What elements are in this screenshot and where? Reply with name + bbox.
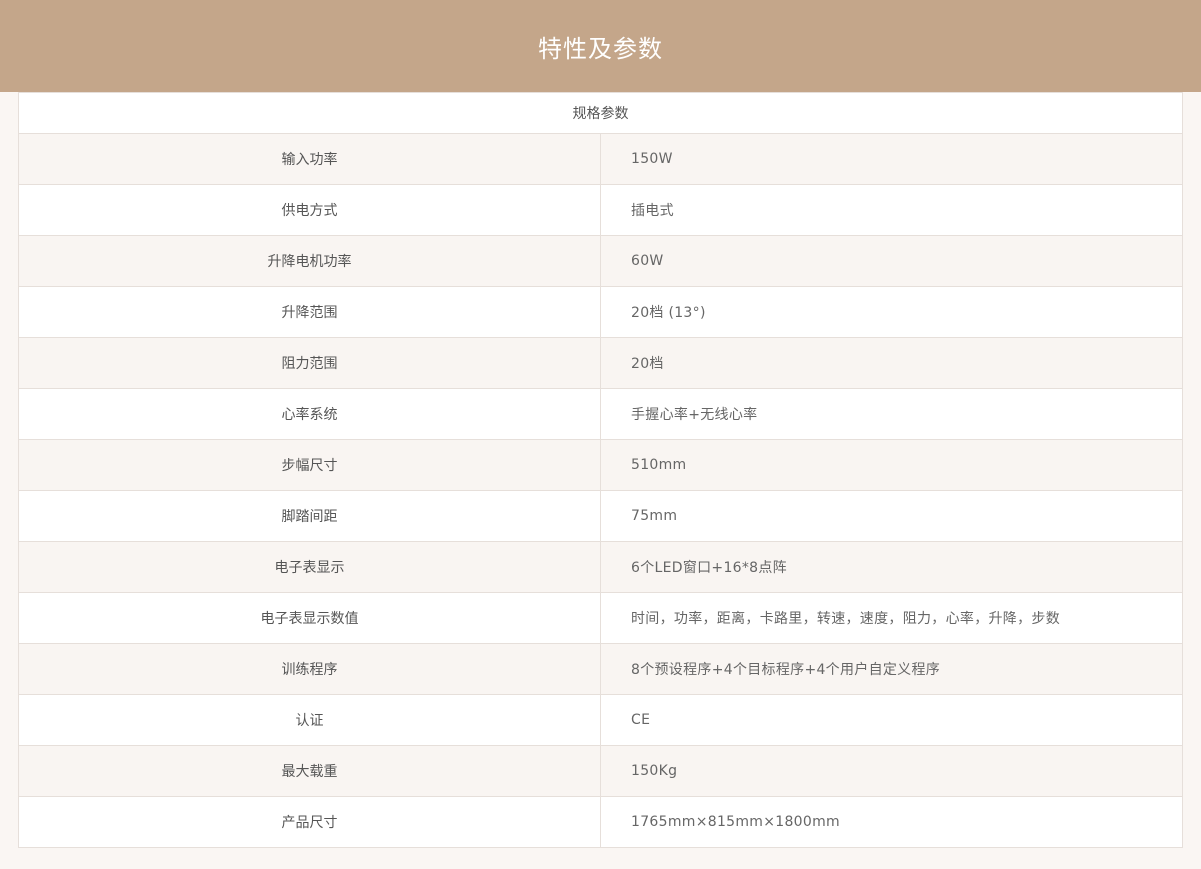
spec-label: 升降电机功率 — [18, 235, 601, 287]
spec-value: 手握心率+无线心率 — [600, 388, 1183, 440]
spec-value: 插电式 — [600, 184, 1183, 236]
spec-label: 阻力范围 — [18, 337, 601, 389]
spec-table-caption: 规格参数 — [18, 92, 1183, 134]
table-row: 升降电机功率 60W — [18, 235, 1183, 287]
page-header: 特性及参数 — [0, 0, 1201, 92]
spec-value: 510mm — [600, 439, 1183, 491]
table-row: 产品尺寸 1765mm×815mm×1800mm — [18, 796, 1183, 848]
table-row: 心率系统 手握心率+无线心率 — [18, 388, 1183, 440]
table-row: 供电方式 插电式 — [18, 184, 1183, 236]
table-row: 认证 CE — [18, 694, 1183, 746]
spec-label: 电子表显示数值 — [18, 592, 601, 644]
table-row: 脚踏间距 75mm — [18, 490, 1183, 542]
spec-value: 1765mm×815mm×1800mm — [600, 796, 1183, 848]
spec-value: CE — [600, 694, 1183, 746]
table-row: 电子表显示数值 时间，功率，距离，卡路里，转速，速度，阻力，心率，升降，步数 — [18, 592, 1183, 644]
spec-table: 规格参数 输入功率 150W 供电方式 插电式 升降电机功率 60W 升降范围 … — [18, 92, 1183, 848]
spec-value: 150W — [600, 133, 1183, 185]
page-title: 特性及参数 — [538, 34, 663, 63]
table-row: 升降范围 20档 (13°) — [18, 286, 1183, 338]
table-row: 训练程序 8个预设程序+4个目标程序+4个用户自定义程序 — [18, 643, 1183, 695]
spec-value: 6个LED窗口+16*8点阵 — [600, 541, 1183, 593]
spec-label: 输入功率 — [18, 133, 601, 185]
spec-label: 供电方式 — [18, 184, 601, 236]
table-row: 输入功率 150W — [18, 133, 1183, 185]
spec-label: 升降范围 — [18, 286, 601, 338]
table-row: 阻力范围 20档 — [18, 337, 1183, 389]
spec-label: 最大载重 — [18, 745, 601, 797]
table-row: 电子表显示 6个LED窗口+16*8点阵 — [18, 541, 1183, 593]
spec-label: 脚踏间距 — [18, 490, 601, 542]
spec-label: 认证 — [18, 694, 601, 746]
table-row: 步幅尺寸 510mm — [18, 439, 1183, 491]
spec-table-caption-row: 规格参数 — [18, 92, 1183, 134]
spec-value: 8个预设程序+4个目标程序+4个用户自定义程序 — [600, 643, 1183, 695]
spec-value: 75mm — [600, 490, 1183, 542]
spec-value: 150Kg — [600, 745, 1183, 797]
spec-value: 60W — [600, 235, 1183, 287]
spec-label: 训练程序 — [18, 643, 601, 695]
spec-label: 产品尺寸 — [18, 796, 601, 848]
spec-label: 电子表显示 — [18, 541, 601, 593]
spec-value: 20档 (13°) — [600, 286, 1183, 338]
spec-value: 20档 — [600, 337, 1183, 389]
spec-label: 心率系统 — [18, 388, 601, 440]
table-row: 最大载重 150Kg — [18, 745, 1183, 797]
spec-value: 时间，功率，距离，卡路里，转速，速度，阻力，心率，升降，步数 — [600, 592, 1183, 644]
spec-label: 步幅尺寸 — [18, 439, 601, 491]
